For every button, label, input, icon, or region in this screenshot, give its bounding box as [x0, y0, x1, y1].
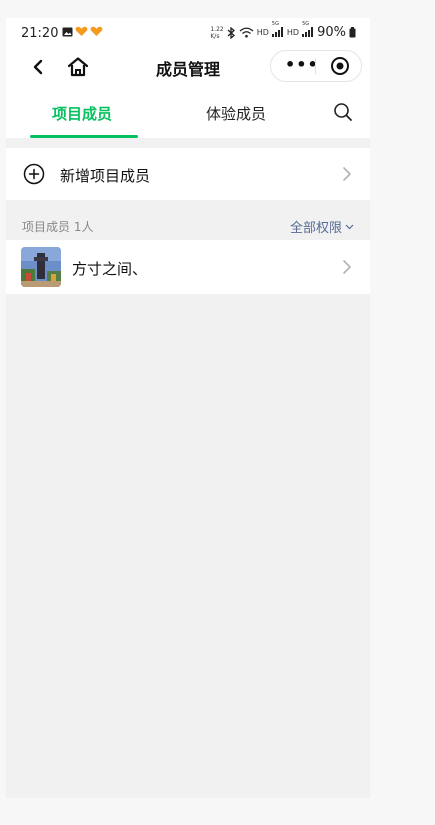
chevron-right-icon: [343, 167, 351, 181]
notification-icons: [62, 26, 103, 37]
avatar: [21, 247, 61, 287]
status-time: 21:20: [21, 26, 59, 41]
battery-percent: 90%: [317, 25, 346, 40]
signal-bars-icon: [302, 26, 314, 37]
bluetooth-icon: [227, 26, 235, 39]
close-target-icon[interactable]: [330, 56, 350, 76]
more-icon[interactable]: •••: [285, 55, 319, 74]
chevron-right-icon: [343, 260, 351, 274]
tab-project-members[interactable]: 项目成员: [52, 103, 112, 124]
search-icon[interactable]: [333, 102, 353, 122]
avatar-image: [21, 247, 61, 287]
section-header: 项目成员 1人 全部权限: [6, 215, 370, 239]
battery-icon: [349, 27, 356, 38]
list-item[interactable]: 方寸之间、: [6, 240, 370, 294]
tab-trial-members[interactable]: 体验成员: [206, 103, 266, 124]
signal-bars-icon: [271, 26, 283, 37]
add-member-label: 新增项目成员: [60, 167, 151, 185]
member-name: 方寸之间、: [72, 260, 148, 278]
app-heart-icon: [75, 26, 88, 36]
permission-filter[interactable]: 全部权限: [290, 217, 354, 236]
phone-screen: 21:20 1.22 K/s HD 5G HD 5G 90% 成员管理 ••• …: [6, 18, 370, 798]
active-tab-indicator: [30, 135, 138, 138]
signal2: 5G: [302, 21, 314, 39]
nav-bar: 成员管理 •••: [6, 48, 370, 88]
signal1: 5G: [271, 21, 284, 39]
mini-program-capsule: •••: [270, 50, 362, 82]
signal1-label: HD: [256, 28, 269, 37]
app-heart-icon-2: [90, 26, 103, 36]
member-count: 项目成员 1人: [22, 220, 94, 234]
permission-filter-label: 全部权限: [289, 221, 342, 236]
status-right: 1.22 K/s HD 5G HD 5G 90%: [210, 21, 356, 40]
gallery-icon: [62, 27, 73, 36]
signal2-label: HD: [286, 28, 300, 37]
capsule-divider: [315, 58, 316, 74]
chevron-down-icon: [345, 224, 354, 229]
net-speed: 1.22 K/s: [210, 25, 224, 40]
wifi-icon: [239, 27, 254, 38]
tab-bar: 项目成员 体验成员: [6, 88, 370, 138]
add-member-row[interactable]: 新增项目成员: [6, 148, 370, 200]
add-circle-icon: [23, 163, 45, 185]
status-bar: 21:20 1.22 K/s HD 5G HD 5G 90%: [6, 18, 370, 48]
